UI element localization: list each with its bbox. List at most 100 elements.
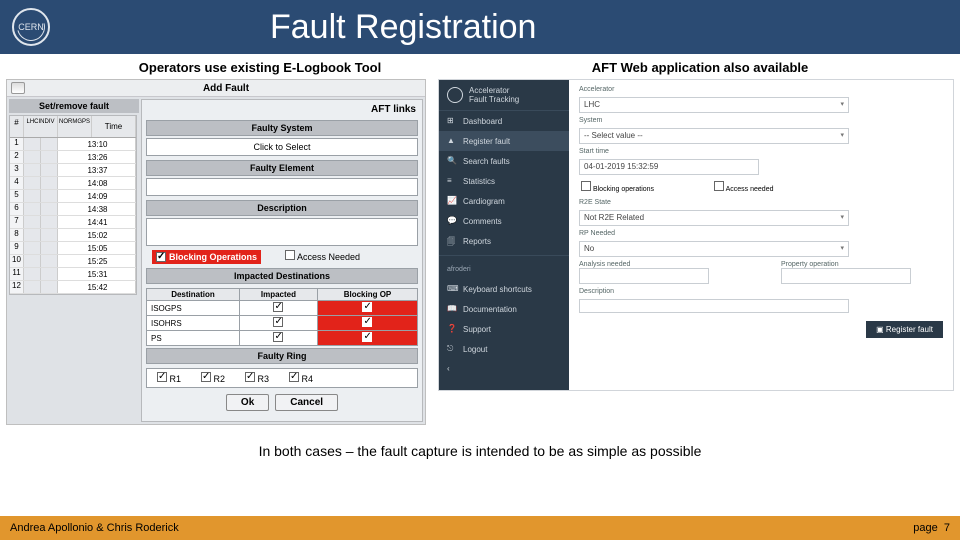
left-subtitle: Operators use existing E-Logbook Tool: [40, 60, 480, 75]
accelerator-label: Accelerator: [579, 86, 943, 93]
r2e-label: R2E State: [579, 199, 943, 206]
analysis-input[interactable]: [579, 268, 709, 284]
aft-links[interactable]: AFT links: [146, 102, 418, 118]
col-lhcindiv: LHCINDIV: [24, 116, 58, 137]
description-input[interactable]: [146, 218, 418, 246]
r2e-select[interactable]: Not R2E Related▾: [579, 210, 849, 226]
sidebar-item-reports[interactable]: 🗐Reports: [439, 231, 569, 251]
title-bar: CERN Fault Registration: [0, 0, 960, 54]
fault-grid: # LHCINDIV NORMGPS Time 113:10213:26313:…: [9, 115, 137, 295]
menu-icon: ⊞: [447, 116, 457, 126]
faulty-element-label: Faulty Element: [146, 160, 418, 176]
sidebar-item-comments[interactable]: 💬Comments: [439, 211, 569, 231]
table-row[interactable]: 614:38: [10, 203, 136, 216]
access-checkbox[interactable]: Access needed: [714, 181, 773, 193]
ring-row: R1 R2 R3 R4: [146, 368, 418, 388]
col-time: Time: [92, 116, 136, 137]
sidebar-item-statistics[interactable]: ≡Statistics: [439, 171, 569, 191]
menu-icon: 📖: [447, 304, 457, 314]
chevron-left-icon: ‹: [447, 364, 457, 374]
cern-logo-icon: CERN: [12, 8, 50, 46]
table-row[interactable]: 313:37: [10, 164, 136, 177]
set-remove-header: Set/remove fault: [9, 99, 139, 113]
sidebar-item-search-faults[interactable]: 🔍Search faults: [439, 151, 569, 171]
menu-icon: 📈: [447, 196, 457, 206]
book-icon: [11, 82, 25, 94]
table-row[interactable]: 1015:25: [10, 255, 136, 268]
table-row: PS: [147, 331, 418, 346]
sidebar-item-register-fault[interactable]: ▲Register fault: [439, 131, 569, 151]
caption: In both cases – the fault capture is int…: [0, 425, 960, 459]
blocking-ops-checkbox[interactable]: Blocking Operations: [152, 250, 261, 264]
access-needed-checkbox[interactable]: Access Needed: [285, 250, 360, 264]
property-label: Property operation: [781, 261, 943, 268]
desc-label: Description: [579, 288, 943, 295]
ring-checkbox[interactable]: R1: [157, 372, 181, 384]
system-label: System: [579, 117, 943, 124]
analysis-label: Analysis needed: [579, 261, 741, 268]
blocking-checkbox[interactable]: Blocking operations: [581, 181, 654, 193]
sidebar-user: afroderi: [439, 260, 569, 279]
cancel-button[interactable]: Cancel: [275, 394, 338, 411]
aft-brand: Accelerator Fault Tracking: [439, 80, 569, 111]
sidebar-item-cardiogram[interactable]: 📈Cardiogram: [439, 191, 569, 211]
table-row[interactable]: 414:08: [10, 177, 136, 190]
table-row: ISOHRS: [147, 316, 418, 331]
aft-logo-icon: [447, 87, 463, 103]
aft-web-app: Accelerator Fault Tracking ⊞Dashboard▲Re…: [438, 79, 954, 391]
rp-select[interactable]: No▾: [579, 241, 849, 257]
table-row[interactable]: 514:09: [10, 190, 136, 203]
col-normgps: NORMGPS: [58, 116, 92, 137]
sidebar-item-support[interactable]: ❓Support: [439, 319, 569, 339]
property-input[interactable]: [781, 268, 911, 284]
desc-input[interactable]: [579, 299, 849, 313]
click-to-select[interactable]: Click to Select: [146, 138, 418, 156]
faulty-element-input[interactable]: [146, 178, 418, 196]
table-row[interactable]: 815:02: [10, 229, 136, 242]
col-num: #: [10, 116, 24, 137]
sidebar-item-dashboard[interactable]: ⊞Dashboard: [439, 111, 569, 131]
footer-authors: Andrea Apollonio & Chris Roderick: [10, 522, 179, 534]
faulty-system-label: Faulty System: [146, 120, 418, 136]
ring-checkbox[interactable]: R4: [289, 372, 313, 384]
table-row[interactable]: 1215:42: [10, 281, 136, 294]
impacted-table: DestinationImpactedBlocking OP ISOGPSISO…: [146, 288, 418, 346]
menu-icon: 🔍: [447, 156, 457, 166]
menu-icon: ≡: [447, 176, 457, 186]
table-row[interactable]: 1115:31: [10, 268, 136, 281]
footer: Andrea Apollonio & Chris Roderick page 7: [0, 516, 960, 540]
register-fault-button[interactable]: ▣ Register fault: [866, 321, 943, 338]
chevron-down-icon: ▾: [840, 98, 844, 112]
register-form: Accelerator LHC▾ System -- Select value …: [569, 80, 953, 390]
right-subtitle: AFT Web application also available: [480, 60, 920, 75]
system-select[interactable]: -- Select value --▾: [579, 128, 849, 144]
sidebar-item-documentation[interactable]: 📖Documentation: [439, 299, 569, 319]
start-label: Start time: [579, 148, 943, 155]
description-label: Description: [146, 200, 418, 216]
ok-button[interactable]: Ok: [226, 394, 269, 411]
rp-label: RP Needed: [579, 230, 943, 237]
table-row[interactable]: 113:10: [10, 138, 136, 151]
table-row[interactable]: 714:41: [10, 216, 136, 229]
elog-window-title: Add Fault: [31, 83, 421, 94]
chevron-down-icon: ▾: [840, 129, 844, 143]
subtitle-row: Operators use existing E-Logbook Tool AF…: [0, 54, 960, 79]
table-row[interactable]: 915:05: [10, 242, 136, 255]
menu-icon: ⌨: [447, 284, 457, 294]
aft-sidebar: Accelerator Fault Tracking ⊞Dashboard▲Re…: [439, 80, 569, 390]
page-title: Fault Registration: [270, 8, 536, 47]
accelerator-select[interactable]: LHC▾: [579, 97, 849, 113]
menu-icon: 💬: [447, 216, 457, 226]
table-row[interactable]: 213:26: [10, 151, 136, 164]
sidebar-collapse[interactable]: ‹: [439, 359, 569, 379]
impacted-label: Impacted Destinations: [146, 268, 418, 284]
sidebar-item-logout[interactable]: ⎋Logout: [439, 339, 569, 359]
sidebar-item-keyboard-shortcuts[interactable]: ⌨Keyboard shortcuts: [439, 279, 569, 299]
start-time-input[interactable]: 04-01-2019 15:32:59: [579, 159, 759, 175]
faulty-ring-label: Faulty Ring: [146, 348, 418, 364]
menu-icon: ⎋: [447, 344, 457, 354]
ring-checkbox[interactable]: R2: [201, 372, 225, 384]
ring-checkbox[interactable]: R3: [245, 372, 269, 384]
table-row: ISOGPS: [147, 301, 418, 316]
menu-icon: 🗐: [447, 236, 457, 246]
